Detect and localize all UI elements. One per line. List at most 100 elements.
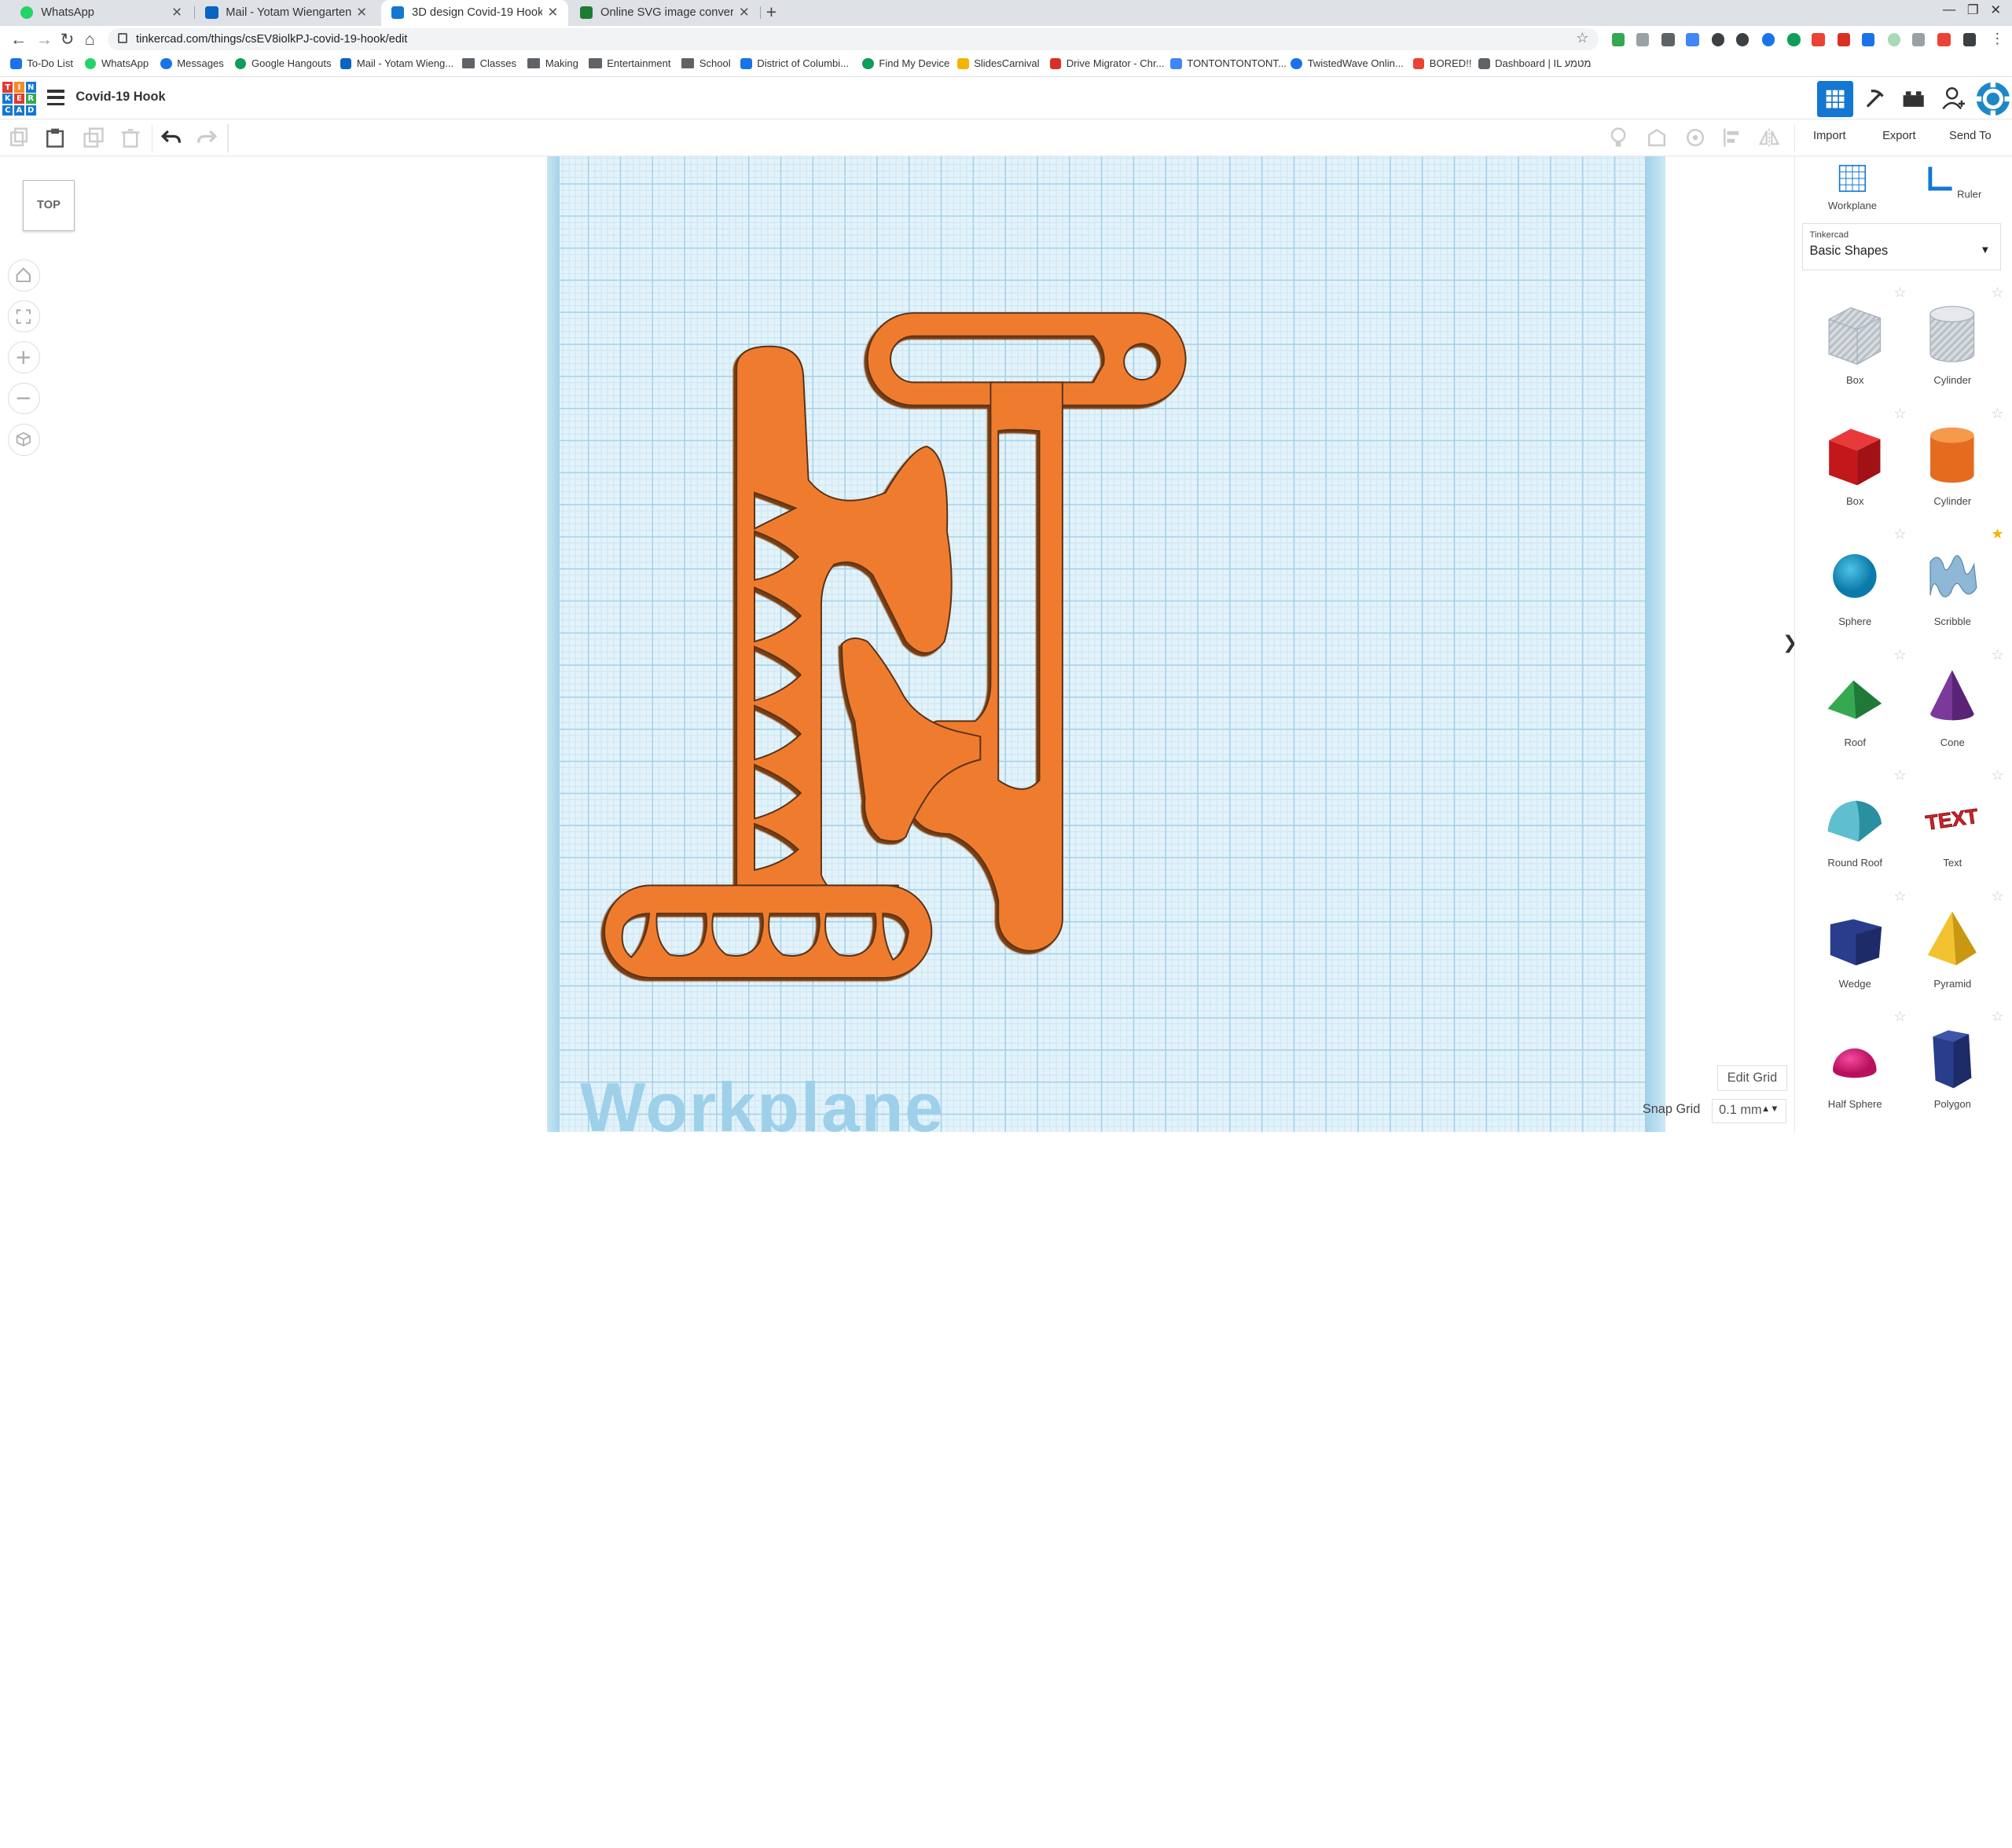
zoom-in-button[interactable] [8, 341, 40, 373]
bookmark-folder[interactable]: Classes [462, 57, 516, 69]
bookmark-item[interactable]: Find My Device [862, 57, 949, 69]
shape-cylinder-hole[interactable]: ☆ Cylinder [1911, 303, 1993, 386]
bookmark-folder[interactable]: School [681, 57, 731, 69]
align-icon[interactable] [1722, 127, 1742, 148]
home-icon[interactable]: ⌂ [85, 30, 95, 50]
shape-scribble[interactable]: ★ Scribble [1911, 544, 1993, 627]
extension-icon[interactable] [1612, 33, 1625, 46]
snap-grid-select[interactable]: 0.1 mm ▲▼ [1712, 1099, 1786, 1123]
shape-cylinder[interactable]: ☆ Cylinder [1911, 424, 1993, 507]
light-bulb-icon[interactable] [1608, 127, 1628, 148]
bookmark-item[interactable]: Mail - Yotam Wieng... [340, 57, 453, 69]
extension-icon[interactable] [1937, 33, 1950, 46]
view-cube[interactable]: TOP [23, 180, 74, 231]
ruler-tool[interactable]: Ruler [1922, 164, 1986, 200]
design-title[interactable]: Covid-19 Hook [75, 90, 165, 105]
hole-icon[interactable] [1685, 127, 1705, 148]
close-icon[interactable]: ✕ [171, 5, 182, 20]
star-icon[interactable]: ☆ [1893, 888, 1906, 905]
send-to-button[interactable]: Send To [1944, 127, 1997, 145]
star-icon[interactable]: ☆ [1893, 526, 1906, 542]
blocks-view-button[interactable] [1857, 81, 1893, 117]
star-icon[interactable]: ☆ [1893, 647, 1906, 663]
star-icon[interactable]: ☆ [1992, 888, 2004, 905]
shape-cone[interactable]: ☆ Cone [1911, 665, 1993, 748]
star-icon[interactable]: ☆ [1893, 285, 1906, 301]
back-icon[interactable]: ← [10, 30, 27, 50]
redo-icon[interactable] [197, 127, 218, 148]
shape-box-hole[interactable]: ☆ Box [1814, 303, 1896, 386]
close-icon[interactable]: ✕ [356, 5, 367, 20]
share-button[interactable] [1935, 81, 1971, 117]
panel-toggle-button[interactable]: ❯ [1781, 623, 1794, 662]
bookmark-item[interactable]: TwistedWave Onlin... [1291, 57, 1403, 69]
bookmark-item[interactable]: Google Hangouts [235, 57, 332, 69]
bookmark-item[interactable]: WhatsApp [85, 57, 149, 69]
tab-mail[interactable]: Mail - Yotam Wiengarten - Outlo ✕ [195, 0, 377, 26]
bookmark-item[interactable]: TONTONTONTONT... [1170, 57, 1287, 69]
bookmark-item[interactable]: Dashboard | IL מטמע [1478, 57, 1592, 69]
star-icon[interactable]: ☆ [1992, 647, 2004, 663]
shape-icon[interactable] [1647, 127, 1667, 148]
extension-icon[interactable] [1736, 33, 1749, 46]
mirror-icon[interactable] [1759, 127, 1779, 148]
design-menu-icon[interactable] [47, 90, 64, 105]
extension-icon[interactable] [1636, 33, 1649, 46]
extension-icon[interactable] [1762, 33, 1775, 46]
star-icon[interactable]: ☆ [1992, 285, 2004, 301]
bookmark-star-icon[interactable]: ☆ [1576, 30, 1588, 46]
star-icon[interactable]: ☆ [1893, 767, 1906, 784]
bookmark-item[interactable]: Messages [160, 57, 224, 69]
undo-icon[interactable] [160, 127, 181, 148]
import-button[interactable]: Import [1808, 127, 1851, 145]
star-icon[interactable]: ☆ [1893, 406, 1906, 422]
fit-view-button[interactable] [8, 300, 40, 332]
extension-icon[interactable] [1888, 33, 1900, 46]
duplicate-icon[interactable] [83, 127, 104, 148]
close-window-icon[interactable]: ✕ [1990, 2, 2001, 18]
workplane-tool[interactable]: Workplane [1820, 164, 1885, 211]
shape-wedge[interactable]: ☆ Wedge [1814, 906, 1896, 990]
bookmark-item[interactable]: To-Do List [10, 57, 73, 69]
extension-icon[interactable] [1912, 33, 1925, 46]
extension-icon[interactable] [1686, 33, 1698, 46]
bookmark-item[interactable]: District of Columbi... [740, 57, 849, 69]
bookmark-folder[interactable]: Entertainment [589, 57, 670, 69]
tab-tinkercad[interactable]: 3D design Covid-19 Hook | Tinke ✕ [381, 0, 568, 26]
3d-view-button[interactable] [1817, 81, 1853, 117]
zoom-out-button[interactable] [8, 383, 40, 415]
minimize-icon[interactable]: — [1943, 2, 1955, 17]
shape-roof[interactable]: ☆ Roof [1814, 665, 1896, 748]
puzzle-icon[interactable] [1963, 33, 1976, 46]
address-bar[interactable]: tinkercad.com/things/csEV8iolkPJ-covid-1… [108, 28, 1599, 50]
new-tab-button[interactable]: + [766, 2, 777, 23]
extension-icon[interactable] [1812, 33, 1824, 46]
shape-library-select[interactable]: Tinkercad Basic Shapes ▼ [1802, 223, 2001, 270]
paste-icon[interactable] [45, 127, 65, 148]
delete-icon[interactable] [120, 127, 141, 148]
bookmark-item[interactable]: Drive Migrator - Chr... [1050, 57, 1165, 69]
bookmark-item[interactable]: SlidesCarnival [957, 57, 1040, 69]
tinkercad-logo[interactable]: T I N K E R C A D [2, 82, 35, 115]
kebab-menu-icon[interactable]: ⋮ [1990, 31, 2004, 47]
forward-icon[interactable]: → [36, 30, 53, 50]
covid-hook-model[interactable] [0, 156, 1794, 1132]
star-filled-icon[interactable]: ★ [1992, 526, 2004, 542]
close-icon[interactable]: ✕ [739, 5, 750, 20]
star-icon[interactable]: ☆ [1992, 767, 2004, 784]
profile-avatar[interactable] [1973, 81, 2012, 117]
restore-icon[interactable]: ❐ [1967, 2, 1979, 18]
home-view-button[interactable] [8, 259, 40, 292]
extension-icon[interactable] [1661, 33, 1674, 46]
shape-sphere[interactable]: ☆ Sphere [1814, 544, 1896, 627]
shape-box[interactable]: ☆ Box [1814, 424, 1896, 507]
bookmark-item[interactable]: BORED!! [1413, 57, 1472, 69]
ortho-view-button[interactable] [8, 424, 40, 456]
tab-whatsapp[interactable]: WhatsApp ✕ [10, 0, 193, 26]
bookmark-folder[interactable]: Making [527, 57, 578, 69]
shape-round-roof[interactable]: ☆ Round Roof [1814, 785, 1896, 869]
export-button[interactable]: Export [1878, 127, 1921, 145]
shape-text[interactable]: ☆ TEXT Text [1911, 785, 1993, 869]
bricks-view-button[interactable] [1895, 81, 1931, 117]
star-icon[interactable]: ☆ [1992, 1009, 2004, 1025]
